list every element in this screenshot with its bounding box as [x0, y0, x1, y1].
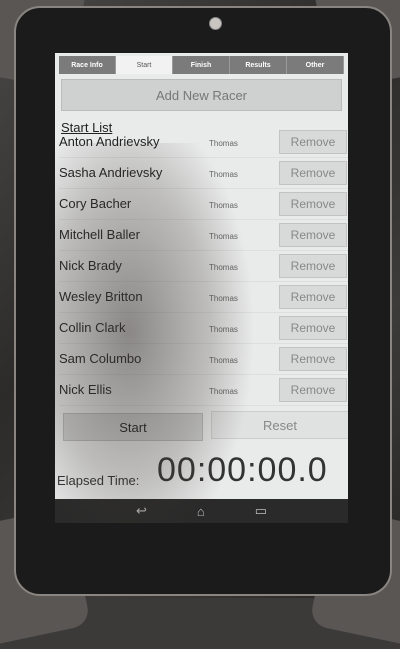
back-icon[interactable]: ↩: [136, 503, 147, 519]
racer-name: Anton Andrievsky: [59, 134, 160, 149]
elapsed-time-label: Elapsed Time:: [57, 473, 140, 488]
elapsed-time-display: Elapsed Time: 00:00:00.0: [57, 451, 348, 491]
tab-start[interactable]: Start: [116, 56, 173, 74]
racer-added-by: Thomas: [209, 201, 238, 210]
front-camera: [209, 17, 222, 30]
remove-button[interactable]: Remove: [279, 316, 347, 340]
list-item: Nick Ellis Thomas Remove: [59, 375, 348, 406]
tab-results[interactable]: Results: [230, 56, 287, 74]
list-item: Nick Brady Thomas Remove: [59, 251, 348, 282]
remove-button[interactable]: Remove: [279, 347, 347, 371]
app-screen: Race Info Start Finish Results Other Add…: [55, 53, 348, 523]
list-item: Mitchell Baller Thomas Remove: [59, 220, 348, 251]
remove-button[interactable]: Remove: [279, 192, 347, 216]
list-item: Wesley Britton Thomas Remove: [59, 282, 348, 313]
system-nav-bar: ↩ ⌂ ▭: [55, 499, 348, 523]
home-icon[interactable]: ⌂: [197, 504, 205, 519]
list-item: Collin Clark Thomas Remove: [59, 313, 348, 344]
remove-button[interactable]: Remove: [279, 223, 347, 247]
racer-added-by: Thomas: [209, 294, 238, 303]
racer-added-by: Thomas: [209, 170, 238, 179]
racer-name: Nick Ellis: [59, 382, 112, 397]
start-button[interactable]: Start: [63, 413, 203, 441]
racer-name: Sasha Andrievsky: [59, 165, 163, 180]
reset-button[interactable]: Reset: [211, 411, 348, 439]
racer-added-by: Thomas: [209, 263, 238, 272]
start-list: Anton Andrievsky Thomas Remove Sasha And…: [59, 127, 348, 406]
remove-button[interactable]: Remove: [279, 130, 347, 154]
list-item: Anton Andrievsky Thomas Remove: [59, 127, 348, 158]
tab-finish[interactable]: Finish: [173, 56, 230, 74]
racer-added-by: Thomas: [209, 232, 238, 241]
elapsed-time-value: 00:00:00.0: [157, 451, 328, 489]
racer-name: Sam Columbo: [59, 351, 142, 366]
tab-race-info[interactable]: Race Info: [59, 56, 116, 74]
racer-name: Cory Bacher: [59, 196, 132, 211]
tab-other[interactable]: Other: [287, 56, 344, 74]
race-controls: Start Reset: [61, 411, 348, 441]
remove-button[interactable]: Remove: [279, 378, 347, 402]
remove-button[interactable]: Remove: [279, 285, 347, 309]
racer-added-by: Thomas: [209, 139, 238, 148]
racer-added-by: Thomas: [209, 356, 238, 365]
list-item: Cory Bacher Thomas Remove: [59, 189, 348, 220]
recent-apps-icon[interactable]: ▭: [255, 503, 267, 519]
list-item: Sam Columbo Thomas Remove: [59, 344, 348, 375]
racer-added-by: Thomas: [209, 325, 238, 334]
racer-name: Mitchell Baller: [59, 227, 140, 242]
racer-added-by: Thomas: [209, 387, 238, 396]
tab-bar: Race Info Start Finish Results Other: [59, 56, 344, 74]
racer-name: Nick Brady: [59, 258, 122, 273]
list-item: Sasha Andrievsky Thomas Remove: [59, 158, 348, 189]
remove-button[interactable]: Remove: [279, 254, 347, 278]
racer-name: Collin Clark: [59, 320, 126, 335]
racer-name: Wesley Britton: [59, 289, 143, 304]
add-new-racer-button[interactable]: Add New Racer: [61, 79, 342, 111]
remove-button[interactable]: Remove: [279, 161, 347, 185]
